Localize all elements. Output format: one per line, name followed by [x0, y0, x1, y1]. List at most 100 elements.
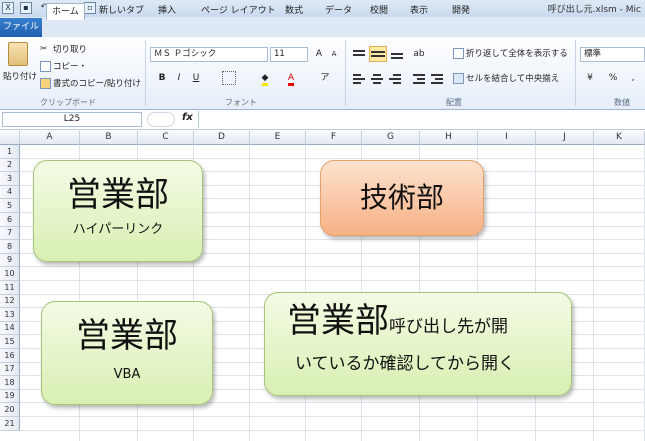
- row-header-8[interactable]: 8: [0, 240, 20, 254]
- row-header-14[interactable]: 14: [0, 322, 20, 335]
- font-name-combo[interactable]: ＭＳ Ｐゴシック: [150, 47, 268, 62]
- underline-button[interactable]: U: [189, 71, 203, 85]
- align-top-icon[interactable]: [352, 48, 366, 60]
- tab-new[interactable]: 新しいタブ: [94, 3, 149, 20]
- column-header-A[interactable]: A: [20, 131, 80, 145]
- row-header-7[interactable]: 7: [0, 227, 20, 240]
- row-header-19[interactable]: 19: [0, 390, 20, 403]
- row-header-1[interactable]: 1: [0, 145, 20, 159]
- comma-icon[interactable]: ,: [626, 71, 640, 85]
- tab-page-layout[interactable]: ページ レイアウト: [196, 3, 281, 20]
- border-icon[interactable]: [222, 71, 236, 85]
- paste-icon[interactable]: [8, 42, 28, 66]
- row-header-16[interactable]: 16: [0, 349, 20, 363]
- grid-row-line: [20, 266, 645, 267]
- row-header-6[interactable]: 6: [0, 213, 20, 227]
- number-format-combo[interactable]: 標準: [580, 47, 645, 62]
- decrease-indent-icon[interactable]: [412, 72, 426, 84]
- fx-icon[interactable]: fx: [182, 112, 193, 123]
- tab-home[interactable]: ホーム: [46, 3, 85, 20]
- row-header-10[interactable]: 10: [0, 267, 20, 281]
- grid-row-line: [20, 416, 645, 417]
- scissors-icon: ✂: [40, 44, 51, 55]
- align-center-icon[interactable]: [370, 72, 384, 84]
- align-bottom-icon[interactable]: [390, 48, 404, 60]
- shape-title-small: 呼び出し先が開: [389, 317, 508, 337]
- wrap-text-button[interactable]: 折り返して全体を表示する: [453, 47, 568, 59]
- copy-button[interactable]: コピー・: [40, 60, 87, 72]
- row-header-15[interactable]: 15: [0, 335, 20, 349]
- separator: [345, 40, 346, 106]
- font-size-combo[interactable]: 11: [270, 47, 308, 62]
- row-header-2[interactable]: 2: [0, 159, 20, 172]
- column-header-C[interactable]: C: [138, 131, 194, 145]
- column-header-B[interactable]: B: [80, 131, 138, 145]
- select-all-corner[interactable]: [0, 131, 20, 145]
- formula-input[interactable]: [198, 111, 645, 128]
- row-header-17[interactable]: 17: [0, 363, 20, 376]
- row-header-18[interactable]: 18: [0, 376, 20, 390]
- row-header-12[interactable]: 12: [0, 295, 20, 308]
- increase-indent-icon[interactable]: [430, 72, 444, 84]
- separator: [575, 40, 576, 106]
- tab-data[interactable]: データ: [320, 3, 357, 20]
- font-color-icon[interactable]: A: [284, 71, 298, 86]
- column-header-G[interactable]: G: [362, 131, 420, 145]
- tab-insert[interactable]: 挿入: [153, 3, 181, 20]
- merge-center-button[interactable]: セルを結合して中央揃え: [453, 72, 559, 84]
- column-header-E[interactable]: E: [250, 131, 306, 145]
- row-header-20[interactable]: 20: [0, 403, 20, 417]
- column-header-F[interactable]: F: [306, 131, 362, 145]
- wrap-text-icon: [453, 48, 464, 59]
- formula-expand-icon[interactable]: [147, 112, 175, 127]
- window-title: 呼び出し元.xlsm - Mic: [547, 5, 641, 15]
- align-right-icon[interactable]: [388, 72, 402, 84]
- font-group-label: フォント: [225, 98, 257, 107]
- grid-row-line: [20, 430, 645, 431]
- percent-button[interactable]: %: [606, 71, 620, 85]
- italic-button[interactable]: I: [172, 71, 186, 85]
- row-header-4[interactable]: 4: [0, 186, 20, 199]
- cut-button[interactable]: ✂ 切り取り: [40, 43, 87, 55]
- column-header-D[interactable]: D: [194, 131, 250, 145]
- name-box[interactable]: L25: [2, 112, 142, 127]
- row-header-3[interactable]: 3: [0, 172, 20, 186]
- column-header-I[interactable]: I: [478, 131, 536, 145]
- bold-button[interactable]: B: [155, 71, 169, 85]
- grow-font-icon[interactable]: A: [312, 47, 326, 61]
- shrink-font-icon[interactable]: A: [327, 47, 341, 61]
- grid-row-line: [20, 280, 645, 281]
- tab-review[interactable]: 校閲: [365, 3, 393, 20]
- shape-engineering[interactable]: 技術部: [320, 160, 484, 236]
- row-header-5[interactable]: 5: [0, 199, 20, 213]
- save-icon[interactable]: ▪: [20, 2, 32, 14]
- tab-file[interactable]: ファイル: [0, 18, 42, 37]
- paste-button[interactable]: 貼り付け: [3, 70, 37, 82]
- number-group-label: 数値: [614, 98, 630, 107]
- tab-formulas[interactable]: 数式: [280, 3, 308, 20]
- currency-icon[interactable]: ¥: [583, 71, 597, 85]
- column-header-K[interactable]: K: [594, 131, 645, 145]
- format-painter-button[interactable]: 書式のコピー/貼り付け: [40, 77, 141, 89]
- row-header-9[interactable]: 9: [0, 254, 20, 267]
- column-header-J[interactable]: J: [536, 131, 594, 145]
- align-left-icon[interactable]: [352, 72, 366, 84]
- row-header-21[interactable]: 21: [0, 417, 20, 431]
- shape-sales-hyperlink[interactable]: 営業部 ハイパーリンク: [33, 160, 203, 262]
- tab-developer[interactable]: 開発: [447, 3, 475, 20]
- shape-sales-vba[interactable]: 営業部 VBA: [41, 301, 213, 405]
- brush-icon: [40, 78, 51, 89]
- ribbon-tab-row: [0, 17, 645, 37]
- shape-subtitle: ハイパーリンク: [72, 222, 164, 237]
- column-header-H[interactable]: H: [420, 131, 478, 145]
- orientation-icon[interactable]: ab: [412, 47, 426, 61]
- align-middle-icon[interactable]: [369, 46, 387, 62]
- shape-sales-check-open[interactable]: 営業部呼び出し先が開 いているか確認してから開く: [264, 292, 572, 396]
- tab-view[interactable]: 表示: [405, 3, 433, 20]
- fill-color-icon[interactable]: ◆: [258, 71, 272, 86]
- phonetic-icon[interactable]: ア: [318, 71, 332, 85]
- row-header-11[interactable]: 11: [0, 281, 20, 295]
- row-header-13[interactable]: 13: [0, 308, 20, 322]
- merge-cells-icon: [453, 73, 464, 84]
- grid-row-line: [20, 158, 645, 159]
